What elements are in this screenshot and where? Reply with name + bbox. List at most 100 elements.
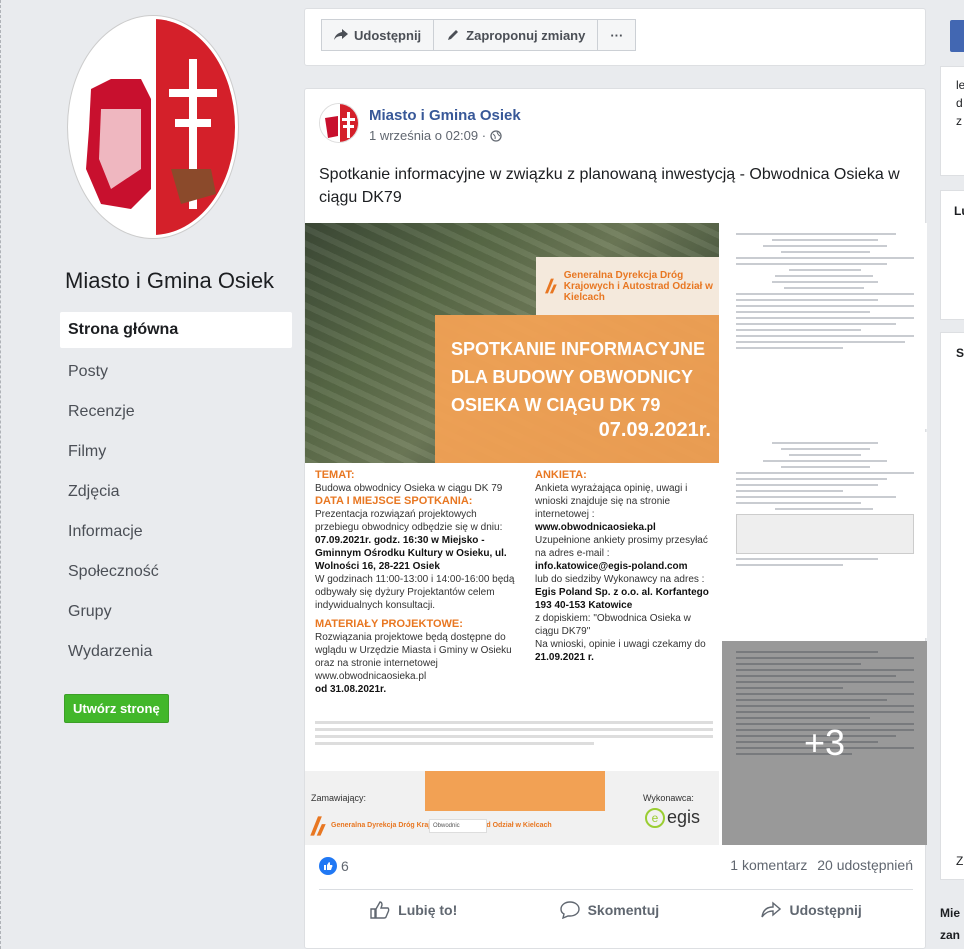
nav-item-events[interactable]: Wydarzenia — [60, 632, 292, 672]
gddka-logo-icon — [544, 278, 557, 294]
poster-contractor-label: Wykonawca: — [643, 793, 694, 803]
nav-item-community[interactable]: Społeczność — [60, 552, 292, 592]
nav-item-groups[interactable]: Grupy — [60, 592, 292, 632]
comment-button[interactable]: Skomentuj — [559, 901, 660, 919]
comment-icon — [559, 901, 580, 919]
post-media-grid: Generalna Dyrekcja Dróg Krajowych i Auto… — [305, 223, 927, 845]
cropped-right-card-3 — [940, 332, 964, 880]
post-divider — [319, 889, 913, 890]
poster-materials-1: Rozwiązania projektowe będą dostępne do … — [315, 632, 512, 682]
share-button[interactable]: Udostępnij — [761, 901, 862, 919]
poster-title: SPOTKANIE INFORMACYJNE DLA BUDOWY OBWODN… — [451, 339, 706, 415]
poster-date: 07.09.2021r. — [598, 419, 711, 441]
post-stats-right: 1 komentarz 20 udostępnień — [730, 857, 913, 875]
poster-footer: Zamawiający: Wykonawca: Generalna Dyrekc… — [305, 771, 719, 845]
left-column: Miasto i Gmina Osiek Strona główna Posty… — [60, 16, 292, 723]
post-card: Miasto i Gmina Osiek 1 września o 02:09 … — [304, 88, 927, 949]
poster-survey-2: www.obwodnicaosieka.pl — [535, 522, 656, 533]
like-count: 6 — [341, 858, 349, 874]
post-date-text[interactable]: 1 września o 02:09 · — [369, 128, 486, 143]
like-button[interactable]: Lubię to! — [370, 901, 457, 919]
nav-item-reviews[interactable]: Recenzje — [60, 392, 292, 432]
post-message: Spotkanie informacyjne w związku z plano… — [319, 166, 900, 206]
poster-image[interactable]: Generalna Dyrekcja Dróg Krajowych i Auto… — [305, 223, 719, 845]
page-nav: Strona główna Posty Recenzje Filmy Zdjęc… — [60, 312, 292, 672]
more-photos-overlay[interactable]: +3 — [722, 641, 927, 845]
gddka-name: Generalna Dyrekcja Dróg Krajowych i Auto… — [563, 269, 713, 303]
poster-fine-print — [315, 721, 713, 745]
document-thumb-3[interactable]: +3 — [722, 641, 927, 845]
pencil-icon — [448, 30, 459, 40]
gddka-logo-box: Generalna Dyrekcja Dróg Krajowych i Auto… — [536, 257, 719, 315]
egis-name: egis — [667, 807, 701, 827]
share-count[interactable]: 20 udostępnień — [817, 857, 913, 873]
cropped-text-7: Mie — [940, 906, 961, 920]
more-options-button[interactable]: ··· — [598, 19, 637, 51]
document-thumb-2[interactable] — [722, 432, 927, 638]
suggest-edits-label: Zaproponuj zmiany — [466, 27, 586, 43]
poster-survey-1: Ankieta wyrażająca opinię, uwagi i wnios… — [535, 483, 688, 520]
poster-survey-8: Na wnioski, opinie i uwagi czekamy do — [535, 639, 706, 650]
cropped-text-8: zan — [940, 928, 961, 942]
poster-survey-9: 21.09.2021 r. — [535, 652, 594, 663]
poster-materials-2: od 31.08.2021r. — [315, 684, 387, 695]
gddka-logo-icon — [310, 816, 326, 836]
poster-meeting-2: 07.09.2021r. godz. 16:30 w Miejsko - Gmi… — [315, 535, 507, 572]
post-actions: Lubię to! Skomentuj Udostępnij — [319, 901, 913, 919]
poster-client-label: Zamawiający: — [311, 793, 367, 803]
poster-info-right: ANKIETA: Ankieta wyrażająca opinię, uwag… — [535, 469, 715, 664]
poster-meeting-1: Prezentacja rozwiązań projektowych przeb… — [315, 509, 503, 533]
poster-info-left: TEMAT: Budowa obwodnicy Osieka w ciągu D… — [315, 469, 515, 696]
share-page-label: Udostępnij — [354, 27, 422, 43]
nav-item-videos[interactable]: Filmy — [60, 432, 292, 472]
cropped-text-5: S — [956, 346, 964, 360]
like-reaction-icon — [319, 857, 337, 875]
document-lines — [736, 442, 914, 570]
cropped-text-4: Lu — [954, 204, 964, 218]
globe-icon — [490, 129, 502, 142]
page-avatar[interactable] — [68, 16, 238, 238]
create-page-button[interactable]: Utwórz stronę — [64, 694, 169, 723]
poster-topic-heading: TEMAT: — [315, 469, 355, 481]
poster-survey-6: Egis Poland Sp. z o.o. al. Korfantego 19… — [535, 587, 709, 611]
like-button-label: Lubię to! — [398, 902, 458, 918]
nav-item-photos[interactable]: Zdjęcia — [60, 472, 292, 512]
document-lines — [736, 233, 914, 353]
poster-footer-band — [425, 771, 605, 811]
page-action-bar: Udostępnij Zaproponuj zmiany ··· — [304, 8, 926, 66]
egis-logo: e egis — [645, 807, 700, 828]
poster-meeting-3: W godzinach 11:00-13:00 i 14:00-16:00 bę… — [315, 574, 515, 611]
poster-materials-heading: MATERIAŁY PROJEKTOWE: — [315, 618, 463, 630]
poster-meeting-heading: DATA I MIEJSCE SPOTKANIA: — [315, 495, 473, 507]
cropped-text-3: z — [956, 114, 962, 128]
page-name[interactable]: Miasto i Gmina Osiek — [65, 265, 292, 296]
poster-survey-5: lub do siedziby Wykonawcy na adres : — [535, 574, 705, 585]
post-author-avatar[interactable] — [319, 103, 359, 143]
comment-count[interactable]: 1 komentarz — [730, 857, 807, 873]
reaction-summary[interactable]: 6 — [319, 857, 349, 875]
cropped-text-6: Z — [956, 854, 964, 868]
post-author-name[interactable]: Miasto i Gmina Osiek — [369, 107, 521, 124]
cropped-blue-button[interactable] — [950, 20, 964, 52]
nav-item-home[interactable]: Strona główna — [60, 312, 292, 348]
post-timestamp: 1 września o 02:09 · — [369, 128, 521, 143]
o100-logo: Obwodnic — [433, 823, 460, 829]
comment-button-label: Skomentuj — [587, 902, 660, 918]
cropped-text-1: le — [956, 78, 964, 92]
share-page-button[interactable]: Udostępnij — [321, 19, 435, 51]
cropped-text-2: d — [956, 96, 963, 110]
poster-survey-heading: ANKIETA: — [535, 469, 587, 481]
post-header: Miasto i Gmina Osiek 1 września o 02:09 … — [319, 103, 521, 143]
nav-item-posts[interactable]: Posty — [60, 352, 292, 392]
suggest-edits-button[interactable]: Zaproponuj zmiany — [434, 19, 599, 51]
share-icon — [761, 901, 782, 918]
poster-survey-3: Uzupełnione ankiety prosimy przesyłać na… — [535, 535, 708, 559]
thumbs-up-icon — [370, 901, 390, 919]
poster-topic: Budowa obwodnicy Osieka w ciągu DK 79 — [315, 483, 503, 494]
share-arrow-icon — [334, 29, 348, 40]
coat-of-arms-icon — [71, 19, 235, 235]
document-thumb-1[interactable] — [722, 223, 927, 429]
nav-item-about[interactable]: Informacje — [60, 512, 292, 552]
egis-mark-icon: e — [645, 807, 665, 828]
share-button-label: Udostępnij — [789, 902, 862, 918]
